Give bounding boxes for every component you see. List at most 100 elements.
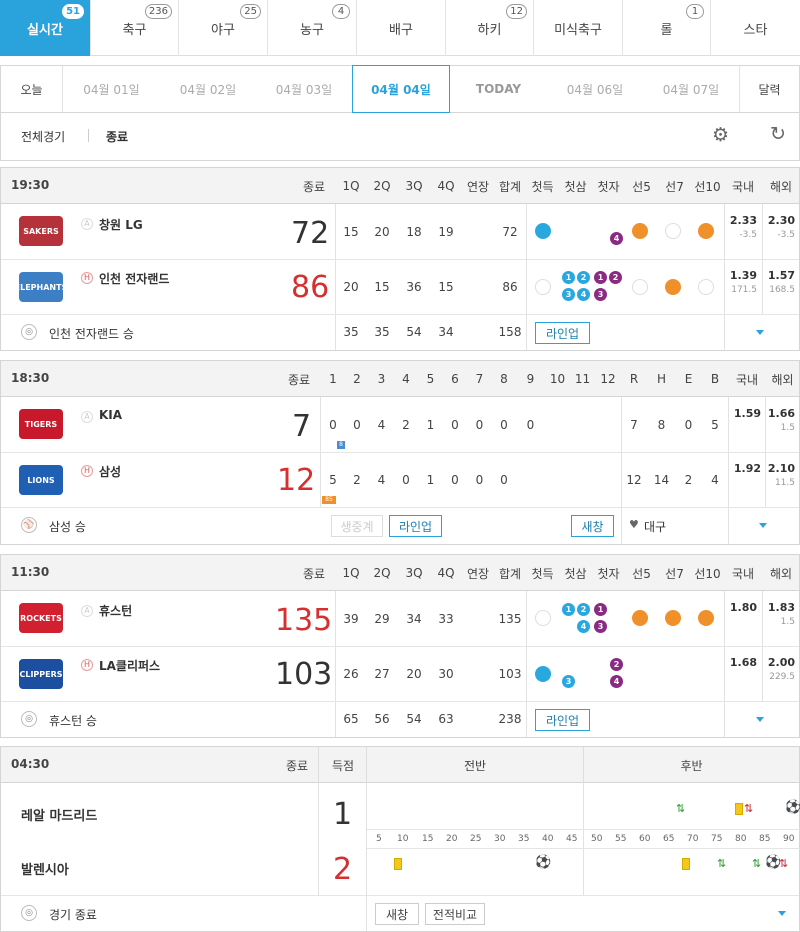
first5-dot (632, 223, 648, 239)
chevron-down-icon[interactable] (756, 330, 764, 335)
minute-tick: 10 (397, 834, 409, 844)
date-item[interactable]: 04월 06일 (547, 66, 643, 112)
col-header: 해외 (771, 372, 794, 387)
game-header: 18:30 종료 1 2 3 4 5 6 7 8 9 10 11 12 R H … (1, 361, 799, 397)
quarter-score: 19 (438, 224, 454, 239)
col-header: 국내 (735, 372, 759, 387)
tab-starcraft[interactable]: 스타 (711, 0, 800, 56)
grand-total: 238 (498, 712, 522, 726)
team-name[interactable]: 인천 전자랜드 (99, 270, 169, 287)
tab-football[interactable]: 미식축구 (534, 0, 623, 56)
result-text: 경기 종료 (49, 908, 97, 922)
event-badge: 3 (562, 675, 575, 688)
filter-finished[interactable]: 종료 (106, 128, 128, 145)
quarter-total: 35 (343, 325, 359, 339)
domestic-odds: 1.92 (733, 462, 761, 475)
game-status: 종료 (286, 759, 309, 773)
team-name[interactable]: 발렌시아 (21, 859, 69, 878)
team-name[interactable]: 창원 LG (99, 216, 143, 233)
count-badge: 25 (240, 4, 261, 19)
inning-score: 0 (526, 417, 535, 432)
inning-score: 0 (475, 472, 484, 487)
refresh-icon[interactable]: ↻ (770, 123, 786, 145)
event-badge: 1 (562, 271, 575, 284)
yellow-card-icon (682, 858, 690, 870)
team-logo: ELEPHANTS (15, 272, 67, 302)
date-item[interactable]: 04월 03일 (256, 66, 352, 112)
chevron-down-icon[interactable] (756, 717, 764, 722)
date-item-selected[interactable]: 04월 04일 (352, 65, 450, 113)
inning-score: 2 (402, 417, 410, 432)
tab-volleyball[interactable]: 배구 (357, 0, 446, 56)
col-header: 선7 (665, 566, 684, 581)
col-header: 해외 (769, 566, 793, 581)
minute-tick: 55 (615, 834, 627, 844)
tab-lol[interactable]: 롤1 (623, 0, 711, 56)
date-item[interactable]: 04월 02일 (160, 66, 256, 112)
lineup-button[interactable]: 라인업 (389, 515, 442, 537)
tab-soccer[interactable]: 축구 236 (91, 0, 179, 56)
tab-basketball[interactable]: 농구 4 (268, 0, 357, 56)
chevron-down-icon[interactable] (778, 911, 786, 916)
new-window-button[interactable]: 새창 (375, 903, 419, 925)
chevron-down-icon[interactable] (759, 523, 767, 528)
first-half-header: 전반 (463, 758, 487, 773)
col-header: 첫자 (597, 179, 620, 194)
filter-all[interactable]: 전체경기 (21, 128, 65, 145)
yellow-card-icon (394, 858, 402, 870)
tab-hockey[interactable]: 하키 12 (446, 0, 534, 56)
goal-ball-icon: ⚽ (785, 800, 800, 815)
count-badge: 4 (332, 4, 350, 19)
team-score: 12 (277, 463, 316, 498)
goal-ball-icon: ⚽ (535, 855, 552, 870)
gear-icon[interactable]: ⚙ (712, 124, 729, 146)
inning-score: 0 (500, 472, 508, 487)
runs: 12 (626, 472, 642, 487)
second-half-header: 후반 (680, 758, 703, 773)
overseas-line: 168.5 (769, 285, 795, 295)
team-name[interactable]: 휴스턴 (99, 602, 132, 619)
overseas-line: -3.5 (777, 230, 795, 240)
quarter-score: 30 (438, 666, 454, 681)
first10-dot (698, 279, 714, 295)
team-name[interactable]: LA클리퍼스 (99, 657, 160, 674)
inning-score: 2 (353, 472, 361, 487)
tab-baseball[interactable]: 야구 25 (179, 0, 268, 56)
lineup-button[interactable]: 라인업 (535, 322, 590, 344)
calendar-button[interactable]: 달력 (739, 66, 799, 112)
lineup-button[interactable]: 라인업 (535, 709, 590, 731)
live-broadcast-button[interactable]: 생중계 (331, 515, 383, 537)
game-card-basketball-2: 11:30 종료 1Q 2Q 3Q 4Q 연장 합계 첫득 첫삼 첫자 선5 선… (0, 554, 800, 738)
team-logo: LIONS (19, 465, 63, 495)
col-header: 1Q (342, 179, 360, 193)
col-header: 연장 (466, 179, 490, 194)
team-name[interactable]: 레알 마드리드 (21, 805, 97, 824)
away-marker: A (81, 411, 93, 423)
col-header: 2Q (373, 566, 391, 580)
inning-marker: 85 (322, 496, 336, 504)
team-name[interactable]: 삼성 (99, 463, 121, 480)
walks: 5 (711, 417, 719, 432)
overseas-line: 229.5 (769, 672, 795, 682)
domestic-odds: 1.59 (733, 407, 761, 420)
overseas-line: 1.5 (780, 423, 795, 433)
event-badge: 1 (594, 603, 607, 616)
team-name[interactable]: KIA (99, 408, 122, 422)
tab-label: 실시간 (27, 22, 63, 38)
quarter-score: 33 (438, 611, 454, 626)
substitution-icon: ⇅ (717, 857, 727, 870)
team-score: 72 (291, 216, 330, 251)
date-item[interactable]: 04월 07일 (643, 66, 739, 112)
date-item[interactable]: 04월 01일 (63, 66, 160, 112)
date-today-button[interactable]: 오늘 (1, 66, 63, 112)
quarter-score: 34 (406, 611, 422, 626)
inning-score: 0 (353, 417, 361, 432)
tab-live[interactable]: 실시간 51 (0, 0, 91, 56)
compare-record-button[interactable]: 전적비교 (425, 903, 485, 925)
minute-tick: 5 (376, 834, 382, 844)
sport-tabs: 실시간 51 축구 236 야구 25 농구 4 배구 하키 12 미식축구 롤1 스타 (0, 0, 800, 56)
col-header: 4Q (437, 179, 455, 193)
new-window-button[interactable]: 새창 (571, 515, 614, 537)
date-item-today[interactable]: TODAY (450, 66, 547, 112)
team-score: 135 (275, 603, 333, 638)
